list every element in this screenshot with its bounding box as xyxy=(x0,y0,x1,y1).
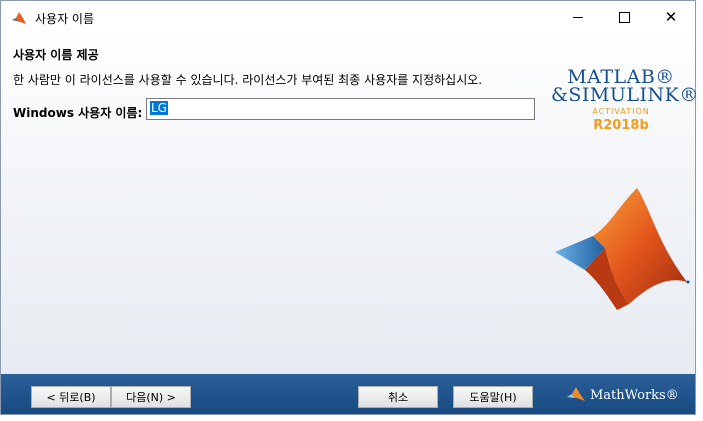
logo-line-simulink: &SIMULINK® xyxy=(551,84,699,106)
close-icon: ✕ xyxy=(664,8,678,26)
mathworks-logo: MathWorks® xyxy=(566,386,679,405)
help-button[interactable]: 도움말(H) xyxy=(453,386,533,408)
mathworks-brand: MathWorks® xyxy=(590,388,679,403)
logo-release: R2018b xyxy=(593,118,649,133)
maximize-button[interactable] xyxy=(601,1,647,34)
mathworks-logo-icon xyxy=(566,386,586,405)
main-panel: 사용자 이름 제공 한 사람만 이 라이선스를 사용할 수 있습니다. 라이선스… xyxy=(1,34,699,374)
back-button[interactable]: < 뒤로(B) xyxy=(31,386,111,408)
page-heading: 사용자 이름 제공 xyxy=(13,48,99,62)
activation-window: 사용자 이름 ✕ 사용자 이름 제공 한 사람만 이 라이선스를 사용할 수 있… xyxy=(0,0,699,415)
minimize-icon xyxy=(573,17,583,18)
close-button[interactable]: ✕ xyxy=(648,1,694,34)
matlab-membrane-icon xyxy=(11,10,27,26)
username-label: Windows 사용자 이름: xyxy=(13,106,143,120)
title-bar[interactable]: 사용자 이름 ✕ xyxy=(1,1,695,34)
next-button[interactable]: 다음(N) > xyxy=(111,386,191,408)
window-title: 사용자 이름 xyxy=(35,12,95,26)
page-description: 한 사람만 이 라이선스를 사용할 수 있습니다. 라이선스가 부여된 최종 사… xyxy=(13,73,483,87)
button-bar: < 뒤로(B) 다음(N) > 취소 도움말(H) MathWorks® xyxy=(1,374,695,414)
logo-activation: ACTIVATION xyxy=(592,107,650,116)
username-value: LG xyxy=(150,101,168,115)
maximize-icon xyxy=(618,12,630,23)
minimize-button[interactable] xyxy=(555,1,601,34)
matlab-membrane-graphic xyxy=(555,188,690,310)
matlab-simulink-logo: MATLAB® &SIMULINK® ACTIVATION R2018b xyxy=(551,66,699,133)
cancel-button[interactable]: 취소 xyxy=(358,386,438,408)
username-input[interactable]: LG xyxy=(146,98,535,120)
